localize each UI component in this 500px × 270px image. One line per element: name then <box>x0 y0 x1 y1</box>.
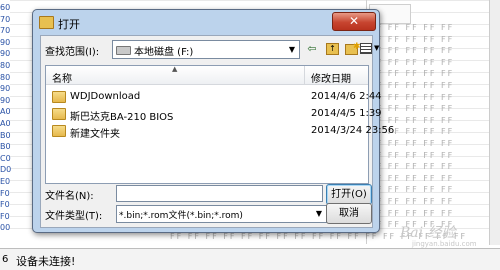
file-date: 2014/4/5 1:39 <box>311 108 382 119</box>
file-name-input[interactable] <box>116 185 323 202</box>
vertical-scrollbar[interactable] <box>489 0 500 245</box>
ascii-row: FF FF FF FF FF <box>370 46 455 56</box>
ascii-row: FF FF FF FF FF <box>370 23 455 32</box>
ascii-row: FF FF FF FF FF <box>370 104 455 114</box>
up-folder-icon: ↑ <box>326 43 339 55</box>
close-button[interactable]: ✕ <box>332 12 376 31</box>
file-date: 2014/4/6 2:44 <box>311 91 382 102</box>
ascii-row: FF FF FF FF FF <box>370 92 455 102</box>
chevron-down-icon[interactable]: ▼ <box>286 41 298 58</box>
file-name: 新建文件夹 <box>70 129 120 140</box>
status-message: 设备未连接! <box>16 255 76 268</box>
file-type-value: *.bin;*.rom文件(*.bin;*.rom) <box>119 211 243 221</box>
row-address: 90 <box>0 84 11 94</box>
up-folder-button[interactable]: ↑ <box>325 40 339 57</box>
watermark-url: jingyan.baidu.com <box>412 240 477 248</box>
column-header-date[interactable]: 修改日期 <box>311 70 351 85</box>
file-date: 2014/3/24 23:56 <box>311 125 395 136</box>
status-bar: 6 设备未连接! <box>0 248 500 270</box>
row-address: D0 <box>0 165 12 175</box>
row-address: C0 <box>0 153 11 163</box>
folder-icon <box>52 125 66 137</box>
back-arrow-icon: ⇦ <box>307 42 317 55</box>
row-address: 00 <box>0 223 11 233</box>
column-divider[interactable] <box>304 66 305 84</box>
ascii-row: FF FF FF FF FF <box>370 185 455 195</box>
row-address: A0 <box>0 118 11 128</box>
file-list-item[interactable]: 斯巴达克BA-210 BIOS 2014/4/5 1:39 <box>46 105 382 123</box>
look-in-dropdown[interactable]: 本地磁盘 (F:) ▼ <box>112 40 300 59</box>
row-address: F0 <box>0 211 10 221</box>
row-address: F0 <box>0 188 10 198</box>
row-address: 60 <box>0 3 11 12</box>
ascii-row: FF FF FF FF FF <box>370 34 455 44</box>
ascii-row: FF FF FF FF FF <box>370 173 455 183</box>
ascii-row: FF FF FF FF FF <box>370 69 455 79</box>
status-number: 6 <box>2 254 9 265</box>
watermark-logo: Bai 经验 <box>400 225 456 241</box>
ascii-row: FF FF FF FF FF <box>370 208 455 218</box>
ascii-row: FF FF FF FF FF <box>370 162 455 172</box>
ascii-row: FF FF FF FF FF <box>370 57 455 67</box>
row-address: 90 <box>0 95 11 105</box>
ascii-row: FF FF FF FF FF <box>370 196 455 206</box>
row-address: 70 <box>0 14 11 24</box>
look-in-label: 查找范围(I): <box>45 47 100 58</box>
row-address: 70 <box>0 26 11 36</box>
row-address: F0 <box>0 200 10 210</box>
dialog-body: 查找范围(I): 本地磁盘 (F:) ▼ ⇦ ↑ ✱ ▼ 名称 ▲ 修改日期 W… <box>40 35 394 228</box>
dialog-titlebar[interactable]: 打开 ✕ <box>33 10 379 34</box>
file-list-item[interactable]: 新建文件夹 2014/3/24 23:56 <box>46 122 394 140</box>
open-file-dialog: 打开 ✕ 查找范围(I): 本地磁盘 (F:) ▼ ⇦ ↑ ✱ ▼ 名称 ▲ 修… <box>32 9 394 233</box>
sort-up-icon: ▲ <box>172 65 178 73</box>
chevron-down-icon[interactable]: ▼ <box>374 40 379 57</box>
folder-icon <box>52 91 66 103</box>
new-folder-button[interactable]: ✱ <box>344 40 361 57</box>
look-in-value: 本地磁盘 (F:) <box>134 47 194 58</box>
file-list-header: 名称 ▲ 修改日期 <box>46 65 368 85</box>
row-address: A0 <box>0 107 11 117</box>
open-button[interactable]: 打开(O) <box>326 184 372 205</box>
view-list-icon <box>360 43 372 54</box>
folder-icon <box>39 16 54 29</box>
file-type-dropdown[interactable]: *.bin;*.rom文件(*.bin;*.rom) ▼ <box>116 205 327 223</box>
back-button[interactable]: ⇦ <box>305 40 319 57</box>
file-list-item[interactable]: WDJDownload 2014/4/6 2:44 <box>46 88 382 105</box>
folder-icon <box>52 108 66 120</box>
row-address: 90 <box>0 37 11 47</box>
file-name: 斯巴达克BA-210 BIOS <box>70 112 174 123</box>
file-type-label: 文件类型(T): <box>45 211 103 222</box>
view-menu-button[interactable] <box>360 40 372 57</box>
column-header-name[interactable]: 名称 <box>52 70 72 85</box>
row-address: 80 <box>0 72 11 82</box>
cancel-button[interactable]: 取消 <box>326 203 372 224</box>
ascii-row: FF FF FF FF FF <box>370 150 455 160</box>
dialog-title: 打开 <box>58 18 80 31</box>
row-address: 90 <box>0 49 11 59</box>
ascii-row: FF FF FF FF FF <box>370 138 455 148</box>
row-address: B0 <box>0 142 11 152</box>
file-name: WDJDownload <box>70 91 141 102</box>
row-address: B0 <box>0 130 11 140</box>
row-address: 80 <box>0 60 11 70</box>
row-address: E0 <box>0 176 11 186</box>
row-address-column: 60 70 70 90 90 80 80 90 90 A0 A0 B0 B0 C0 D0 E0 F0 F0 F0 00 <box>0 2 18 234</box>
ascii-row: FF FF FF FF FF <box>370 80 455 90</box>
file-list[interactable]: 名称 ▲ 修改日期 WDJDownload 2014/4/6 2:44 斯巴达克BA… <box>45 65 394 184</box>
chevron-down-icon[interactable]: ▼ <box>313 206 325 222</box>
drive-icon <box>116 46 131 55</box>
file-name-label: 文件名(N): <box>45 191 94 202</box>
